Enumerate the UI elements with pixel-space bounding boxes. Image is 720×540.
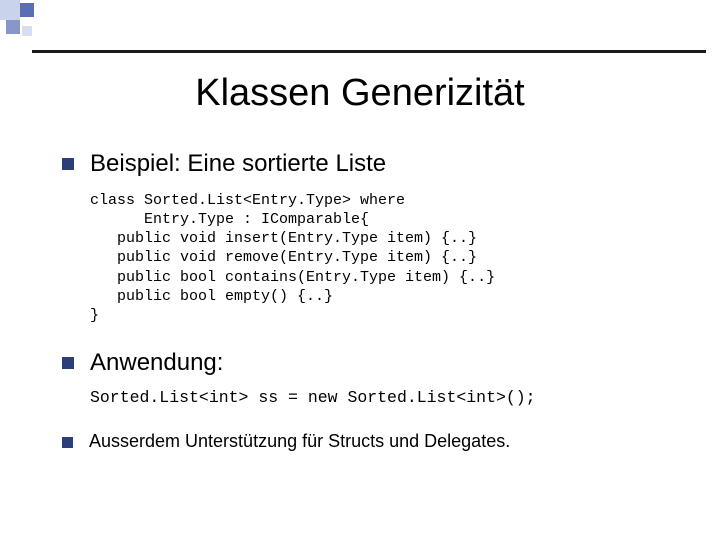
bullet-text: Beispiel: Eine sortierte Liste <box>90 150 386 179</box>
deco-square <box>6 20 20 34</box>
horizontal-rule <box>32 50 706 53</box>
slide-content: Beispiel: Eine sortierte Liste class Sor… <box>62 150 680 465</box>
bullet-icon <box>62 158 74 170</box>
deco-square <box>22 26 32 36</box>
bullet-item: Ausserdem Unterstützung für Structs und … <box>62 431 680 453</box>
bullet-text: Anwendung: <box>90 349 223 378</box>
bullet-icon <box>62 357 74 369</box>
code-line-usage: Sorted.List<int> ss = new Sorted.List<in… <box>90 388 680 407</box>
code-block-class: class Sorted.List<Entry.Type> where Entr… <box>90 191 680 325</box>
bullet-text: Ausserdem Unterstützung für Structs und … <box>89 431 510 453</box>
slide-title: Klassen Generizität <box>0 72 720 115</box>
bullet-item: Beispiel: Eine sortierte Liste <box>62 150 680 179</box>
bullet-icon <box>62 437 73 448</box>
deco-square <box>0 0 20 20</box>
bullet-item: Anwendung: <box>62 349 680 378</box>
deco-square <box>20 3 34 17</box>
corner-decoration <box>0 0 50 64</box>
